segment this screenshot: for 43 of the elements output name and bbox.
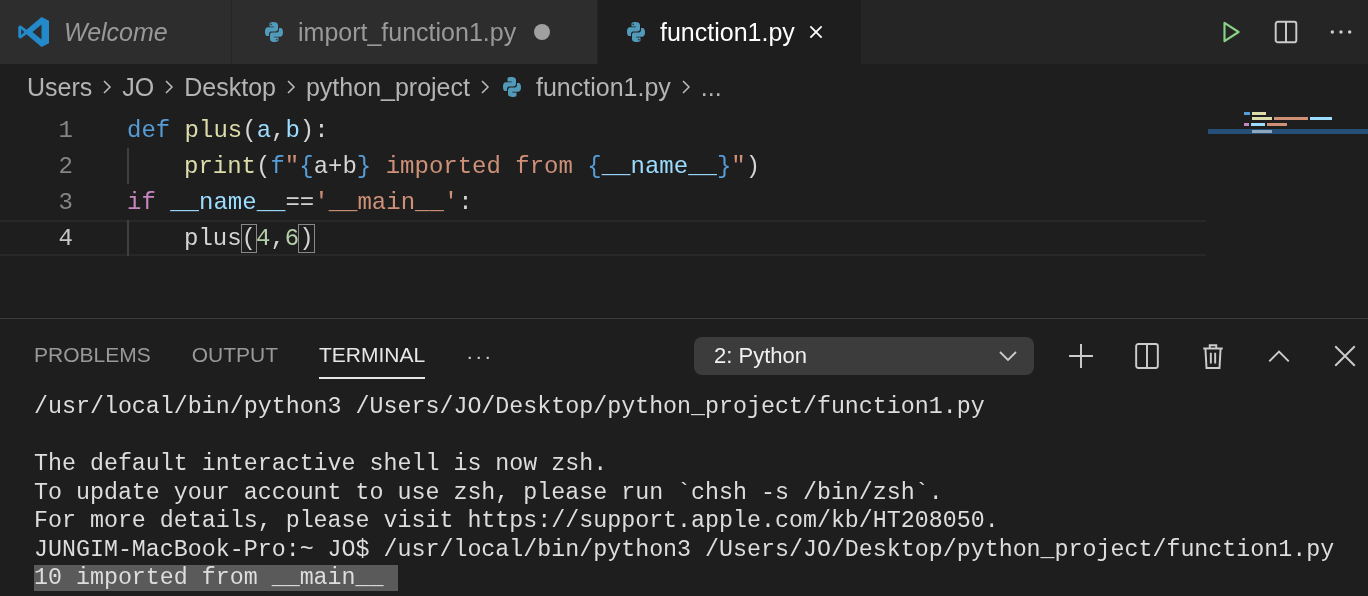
split-terminal-icon[interactable]	[1134, 343, 1160, 369]
code-line: plus(4,6)	[184, 224, 314, 252]
panel-tab[interactable]: PROBLEMS	[34, 333, 151, 379]
editor-tab[interactable]: import_function1.py	[232, 0, 598, 64]
breadcrumb[interactable]: function1.py	[500, 72, 671, 102]
editor-logo-icon	[16, 14, 52, 50]
breadcrumb[interactable]: python_project	[305, 72, 470, 102]
python-file-icon	[624, 20, 648, 44]
terminal-line: JUNGIM-MacBook-Pro:~ JO$ /usr/local/bin/python3 /Users/JO/Desktop/python_project/function1.py	[34, 536, 1335, 563]
terminal-line: To update your account to use zsh, please run `chsh -s /bin/zsh`.	[34, 479, 943, 506]
line-number: 2	[57, 152, 73, 180]
terminal-line: /usr/local/bin/python3 /Users/JO/Desktop/python_project/function1.py	[34, 394, 985, 420]
chevron-icon	[679, 78, 692, 96]
chevron-icon	[101, 78, 114, 96]
close-icon[interactable]	[1332, 343, 1358, 369]
code-line: if __name__=='__main__':	[127, 188, 473, 216]
terminal-line: The default interactive shell is now zsh.	[34, 451, 608, 477]
python-file-icon	[262, 20, 286, 44]
trash-icon[interactable]	[1200, 343, 1226, 369]
chevron-icon	[163, 78, 176, 96]
line-number: 3	[57, 188, 73, 216]
code-line: print(f"{a+b} imported from {__name__}")	[184, 152, 761, 180]
plus-icon[interactable]	[1068, 343, 1094, 369]
terminal-dropdown[interactable]: 2: Python	[694, 337, 1034, 375]
caret-icon	[998, 350, 1018, 362]
line-number: 4	[57, 224, 73, 252]
line-number: 1	[57, 116, 73, 144]
unsaved-dot-icon	[534, 24, 551, 40]
code-line: def plus(a,b):	[127, 116, 329, 144]
breadcrumb[interactable]: JO	[122, 72, 155, 102]
editor-tab[interactable]: function1.py	[598, 0, 862, 64]
panel-tab[interactable]: TERMINAL	[319, 333, 426, 379]
breadcrumb[interactable]: ...	[700, 72, 722, 102]
editor-tab[interactable]: Welcome	[0, 0, 232, 64]
chevron-icon	[284, 78, 297, 96]
breadcrumb[interactable]: Desktop	[184, 72, 276, 102]
split-editor-icon[interactable]	[1273, 19, 1299, 45]
panel-tab[interactable]: OUTPUT	[191, 333, 279, 379]
terminal-line: For more details, please visit https://support.apple.com/kb/HT208050.	[34, 508, 999, 534]
chevron-icon	[479, 78, 491, 96]
more-button[interactable]: ···	[466, 344, 494, 368]
python-file-icon	[500, 75, 524, 99]
breadcrumb[interactable]: Users	[27, 72, 93, 102]
